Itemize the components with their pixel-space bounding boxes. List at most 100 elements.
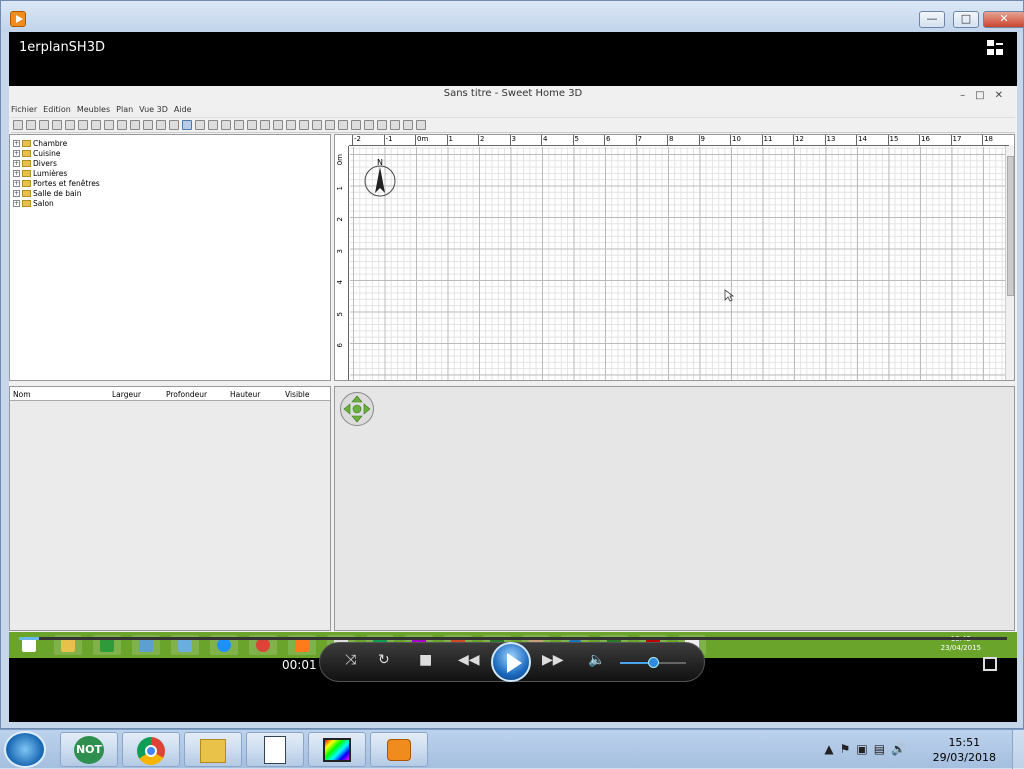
close-button[interactable]: ✕ bbox=[983, 11, 1024, 28]
taskbar-explorer[interactable] bbox=[184, 732, 242, 767]
expand-icon[interactable]: + bbox=[13, 139, 20, 147]
toolbar-button[interactable] bbox=[390, 120, 400, 130]
expand-icon[interactable]: + bbox=[13, 169, 20, 177]
toolbar-button[interactable] bbox=[65, 120, 75, 130]
volume-knob[interactable] bbox=[648, 657, 659, 668]
show-desktop-button[interactable] bbox=[1012, 730, 1024, 769]
menu-meubles[interactable]: Meubles bbox=[77, 105, 110, 117]
toolbar-button[interactable] bbox=[221, 120, 231, 130]
toolbar-button[interactable] bbox=[338, 120, 348, 130]
catalog-category[interactable]: + Cuisine bbox=[13, 148, 60, 158]
menu-edition[interactable]: Edition bbox=[43, 105, 71, 117]
expand-icon[interactable]: + bbox=[13, 149, 20, 157]
toolbar-button[interactable] bbox=[156, 120, 166, 130]
ruler-tick-label: 9 bbox=[698, 135, 705, 146]
toolbar-button[interactable] bbox=[130, 120, 140, 130]
minimize-button[interactable]: — bbox=[919, 11, 945, 28]
sh3d-menubar: Fichier Edition Meubles Plan Vue 3D Aide bbox=[11, 105, 192, 117]
expand-icon[interactable]: + bbox=[13, 199, 20, 207]
catalog-category-label: Lumières bbox=[33, 168, 68, 178]
volume-slider[interactable] bbox=[620, 657, 686, 668]
column-visible[interactable]: Visible bbox=[285, 390, 310, 399]
fullscreen-icon[interactable] bbox=[983, 657, 997, 671]
taskbar-writer[interactable] bbox=[246, 732, 304, 767]
column-profondeur[interactable]: Profondeur bbox=[166, 390, 207, 399]
view-mode-icon[interactable] bbox=[987, 40, 1003, 56]
shuffle-button[interactable]: ⤨ bbox=[345, 652, 356, 668]
start-button[interactable] bbox=[4, 731, 46, 768]
toolbar-button[interactable] bbox=[416, 120, 426, 130]
plan-grid[interactable] bbox=[350, 147, 1008, 380]
toolbar-button[interactable] bbox=[273, 120, 283, 130]
menu-fichier[interactable]: Fichier bbox=[11, 105, 37, 117]
taskbar-chrome[interactable] bbox=[122, 732, 180, 767]
catalog-category-label: Salle de bain bbox=[33, 188, 82, 198]
volume-icon[interactable]: 🔈 bbox=[588, 652, 605, 668]
toolbar-button[interactable] bbox=[13, 120, 23, 130]
taskbar-media[interactable] bbox=[308, 732, 366, 767]
taskbar-player[interactable] bbox=[370, 732, 428, 767]
toolbar-button[interactable] bbox=[325, 120, 335, 130]
column-hauteur[interactable]: Hauteur bbox=[230, 390, 260, 399]
3d-view[interactable] bbox=[334, 386, 1015, 631]
seek-bar-fill bbox=[19, 637, 39, 640]
plan-scrollbar-thumb[interactable] bbox=[1007, 156, 1014, 296]
menu-aide[interactable]: Aide bbox=[174, 105, 192, 117]
expand-icon[interactable]: + bbox=[13, 189, 20, 197]
toolbar-button[interactable] bbox=[364, 120, 374, 130]
furniture-list[interactable]: Nom Largeur Profondeur Hauteur Visible bbox=[9, 386, 331, 631]
taskbar-clock[interactable]: 15:51 29/03/2018 bbox=[933, 735, 996, 765]
window-titlebar[interactable]: — □ ✕ bbox=[1, 1, 1024, 32]
toolbar-button[interactable] bbox=[260, 120, 270, 130]
toolbar-button[interactable] bbox=[91, 120, 101, 130]
system-tray[interactable]: ▲⚑▣▤🔊 bbox=[824, 742, 912, 756]
stop-button[interactable]: ■ bbox=[419, 652, 432, 668]
toolbar-button[interactable] bbox=[117, 120, 127, 130]
toolbar-button[interactable] bbox=[39, 120, 49, 130]
play-button[interactable] bbox=[491, 642, 531, 682]
toolbar-button[interactable] bbox=[403, 120, 413, 130]
furniture-catalog-tree[interactable]: + Chambre + Cuisine + Divers + Lumières + Portes … bbox=[9, 134, 331, 381]
toolbar-button[interactable] bbox=[234, 120, 244, 130]
toolbar-button[interactable] bbox=[312, 120, 322, 130]
catalog-category[interactable]: + Chambre bbox=[13, 138, 67, 148]
column-largeur[interactable]: Largeur bbox=[112, 390, 141, 399]
menu-vue3d[interactable]: Vue 3D bbox=[139, 105, 168, 117]
expand-icon[interactable]: + bbox=[13, 159, 20, 167]
plan-view[interactable]: -2 -1 0m 1 2 3 4 5 6 7 8 9 10 11 12 13 14 15 16 17 18 0m 1 2 3 4… bbox=[334, 134, 1015, 381]
toolbar-button[interactable] bbox=[208, 120, 218, 130]
next-button[interactable]: ▶▶ bbox=[542, 652, 564, 668]
toolbar-button[interactable] bbox=[195, 120, 205, 130]
video-area[interactable]: 1erplanSH3D Sans titre - Sweet Home 3D –… bbox=[9, 32, 1017, 722]
toolbar-button[interactable] bbox=[78, 120, 88, 130]
toolbar-button[interactable] bbox=[26, 120, 36, 130]
plan-scrollbar[interactable] bbox=[1005, 146, 1014, 380]
catalog-category[interactable]: + Lumières bbox=[13, 168, 67, 178]
previous-button[interactable]: ◀◀ bbox=[458, 652, 480, 668]
catalog-category[interactable]: + Salle de bain bbox=[13, 188, 81, 198]
menu-plan[interactable]: Plan bbox=[116, 105, 133, 117]
column-nom[interactable]: Nom bbox=[13, 390, 31, 399]
catalog-category[interactable]: + Portes et fenêtres bbox=[13, 178, 100, 188]
toolbar-button[interactable] bbox=[104, 120, 114, 130]
taskbar-not[interactable]: NOT bbox=[60, 732, 118, 767]
compass-icon[interactable]: N bbox=[363, 157, 397, 199]
playback-controls: ⤨ ↻ ■ ◀◀ ▶▶ 🔈 bbox=[319, 642, 705, 682]
3d-navigation-icon[interactable] bbox=[340, 392, 374, 426]
maximize-button[interactable]: □ bbox=[953, 11, 979, 28]
repeat-button[interactable]: ↻ bbox=[378, 652, 390, 668]
catalog-category[interactable]: + Salon bbox=[13, 198, 54, 208]
toolbar-button[interactable] bbox=[143, 120, 153, 130]
catalog-category[interactable]: + Divers bbox=[13, 158, 57, 168]
toolbar-button[interactable] bbox=[52, 120, 62, 130]
writer-icon bbox=[264, 736, 286, 764]
toolbar-button[interactable] bbox=[169, 120, 179, 130]
toolbar-button[interactable] bbox=[377, 120, 387, 130]
expand-icon[interactable]: + bbox=[13, 179, 20, 187]
toolbar-button[interactable] bbox=[351, 120, 361, 130]
toolbar-button[interactable] bbox=[286, 120, 296, 130]
toolbar-button[interactable] bbox=[247, 120, 257, 130]
seek-bar[interactable] bbox=[19, 637, 1007, 640]
toolbar-button[interactable] bbox=[299, 120, 309, 130]
toolbar-button[interactable] bbox=[182, 120, 192, 130]
